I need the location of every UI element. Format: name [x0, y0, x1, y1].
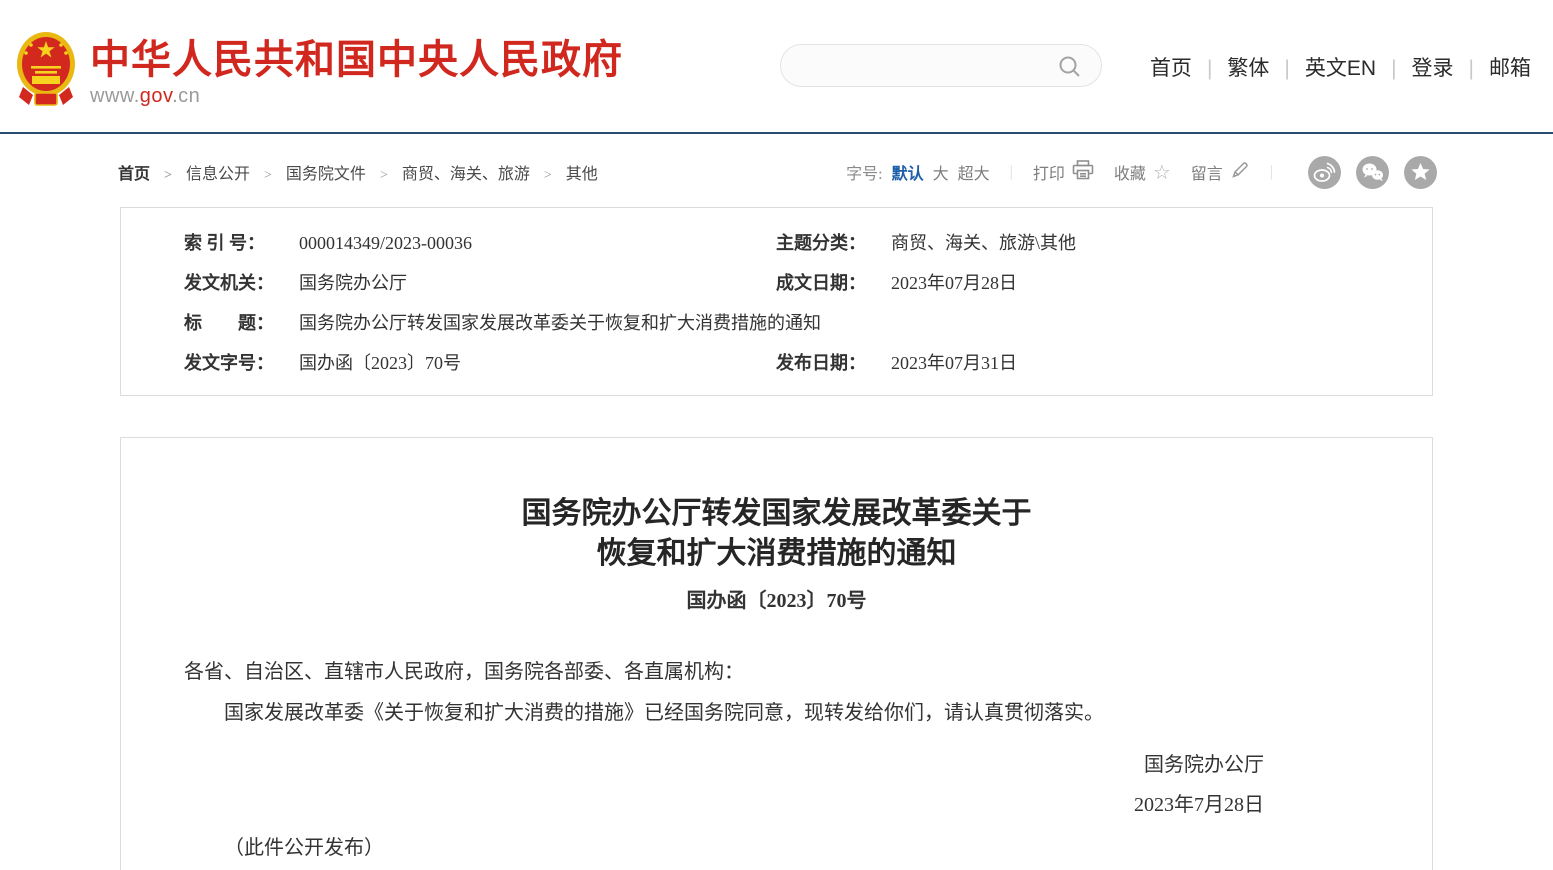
national-emblem-icon[interactable]	[15, 30, 77, 113]
meta-title-value: 国务院办公厅转发国家发展改革委关于恢复和扩大消费措施的通知	[299, 303, 1412, 343]
site-title[interactable]: 中华人民共和国中央人民政府	[90, 38, 623, 82]
document-title-line2: 恢复和扩大消费措施的通知	[597, 537, 957, 570]
breadcrumb-toolbar-row: 首页 信息公开 国务院文件 商贸、海关、旅游 其他 字号: 默认 大 超大 | …	[118, 154, 1437, 190]
print-label: 打印	[1033, 160, 1065, 184]
site-identity: 中华人民共和国中央人民政府 www.gov.cn	[90, 38, 623, 108]
font-size-xlarge[interactable]: 超大	[958, 160, 990, 184]
meta-index-value: 000014349/2023-00036	[299, 223, 776, 263]
meta-publish-date-label: 发布日期：	[776, 343, 891, 383]
breadcrumb-state-council-docs[interactable]: 国务院文件	[286, 160, 402, 184]
site-url[interactable]: www.gov.cn	[90, 85, 623, 108]
comment-label: 留言	[1191, 160, 1223, 184]
toolbar-separator: |	[1010, 163, 1013, 181]
document-sign-date: 2023年7月28日	[184, 790, 1369, 820]
meta-issuer-label: 发文机关：	[184, 263, 299, 303]
favorite-button[interactable]: 收藏 ☆	[1114, 160, 1171, 184]
nav-login[interactable]: 登录	[1376, 52, 1453, 82]
font-size-label: 字号:	[846, 160, 882, 184]
meta-publish-date-value: 2023年07月31日	[891, 343, 1412, 383]
search-input[interactable]	[803, 45, 1053, 86]
metadata-grid: 索 引 号： 000014349/2023-00036 主题分类： 商贸、海关、…	[121, 208, 1432, 383]
document-metadata-box: 索 引 号： 000014349/2023-00036 主题分类： 商贸、海关、…	[120, 207, 1433, 396]
share-star-icon[interactable]	[1404, 156, 1437, 189]
document-title: 国务院办公厅转发国家发展改革委关于 恢复和扩大消费措施的通知	[121, 494, 1432, 574]
nav-english[interactable]: 英文EN	[1269, 52, 1376, 82]
breadcrumb: 首页 信息公开 国务院文件 商贸、海关、旅游 其他	[118, 160, 598, 184]
weibo-icon[interactable]	[1308, 156, 1341, 189]
document-body: 各省、自治区、直辖市人民政府，国务院各部委、各直属机构： 国家发展改革委《关于恢…	[184, 657, 1369, 863]
document-paragraph: 国家发展改革委《关于恢复和扩大消费的措施》已经国务院同意，现转发给你们，请认真贯…	[184, 698, 1369, 728]
document-number: 国办函〔2023〕70号	[121, 584, 1432, 613]
document-public-note: （此件公开发布）	[184, 833, 1369, 863]
pencil-icon	[1230, 160, 1250, 185]
meta-issuer-value: 国务院办公厅	[299, 263, 776, 303]
print-button[interactable]: 打印	[1033, 160, 1094, 185]
favorite-star-icon: ☆	[1153, 162, 1171, 182]
meta-title-label: 标 题：	[184, 303, 299, 343]
meta-docno-label: 发文字号：	[184, 343, 299, 383]
meta-docno-value: 国办函〔2023〕70号	[299, 343, 776, 383]
meta-written-date-label: 成文日期：	[776, 263, 891, 303]
favorite-label: 收藏	[1114, 160, 1146, 184]
toolbar-separator: |	[1270, 163, 1273, 181]
meta-written-date-value: 2023年07月28日	[891, 263, 1412, 303]
document-signer: 国务院办公厅	[184, 750, 1369, 780]
document-salutation: 各省、自治区、直辖市人民政府，国务院各部委、各直属机构：	[184, 657, 1369, 687]
site-header: 中华人民共和国中央人民政府 www.gov.cn 首页 繁体 英文EN 登录 邮…	[0, 0, 1553, 132]
printer-icon	[1072, 160, 1094, 185]
search-icon[interactable]	[1057, 54, 1083, 85]
nav-home[interactable]: 首页	[1150, 52, 1192, 82]
gov-cn-page: 中华人民共和国中央人民政府 www.gov.cn 首页 繁体 英文EN 登录 邮…	[0, 0, 1553, 870]
document-title-line1: 国务院办公厅转发国家发展改革委关于	[522, 497, 1032, 530]
font-size-large[interactable]: 大	[933, 160, 949, 184]
header-divider	[0, 132, 1553, 134]
document-content-box: 国务院办公厅转发国家发展改革委关于 恢复和扩大消费措施的通知 国办函〔2023〕…	[120, 437, 1433, 870]
breadcrumb-home[interactable]: 首页	[118, 160, 186, 184]
page-toolbar: 字号: 默认 大 超大 | 打印 收藏 ☆	[846, 156, 1437, 189]
nav-mailbox[interactable]: 邮箱	[1454, 52, 1531, 82]
wechat-icon[interactable]	[1356, 156, 1389, 189]
comment-button[interactable]: 留言	[1191, 160, 1250, 185]
breadcrumb-info-disclosure[interactable]: 信息公开	[186, 160, 286, 184]
font-size-default[interactable]: 默认	[892, 160, 924, 184]
top-nav: 首页 繁体 英文EN 登录 邮箱	[1150, 52, 1531, 82]
search-box	[780, 44, 1102, 87]
breadcrumb-other[interactable]: 其他	[566, 160, 598, 184]
breadcrumb-commerce-customs-tourism[interactable]: 商贸、海关、旅游	[402, 160, 566, 184]
nav-traditional[interactable]: 繁体	[1192, 52, 1269, 82]
meta-index-label: 索 引 号：	[184, 223, 299, 263]
meta-category-label: 主题分类：	[776, 223, 891, 263]
meta-category-value: 商贸、海关、旅游\其他	[891, 223, 1412, 263]
